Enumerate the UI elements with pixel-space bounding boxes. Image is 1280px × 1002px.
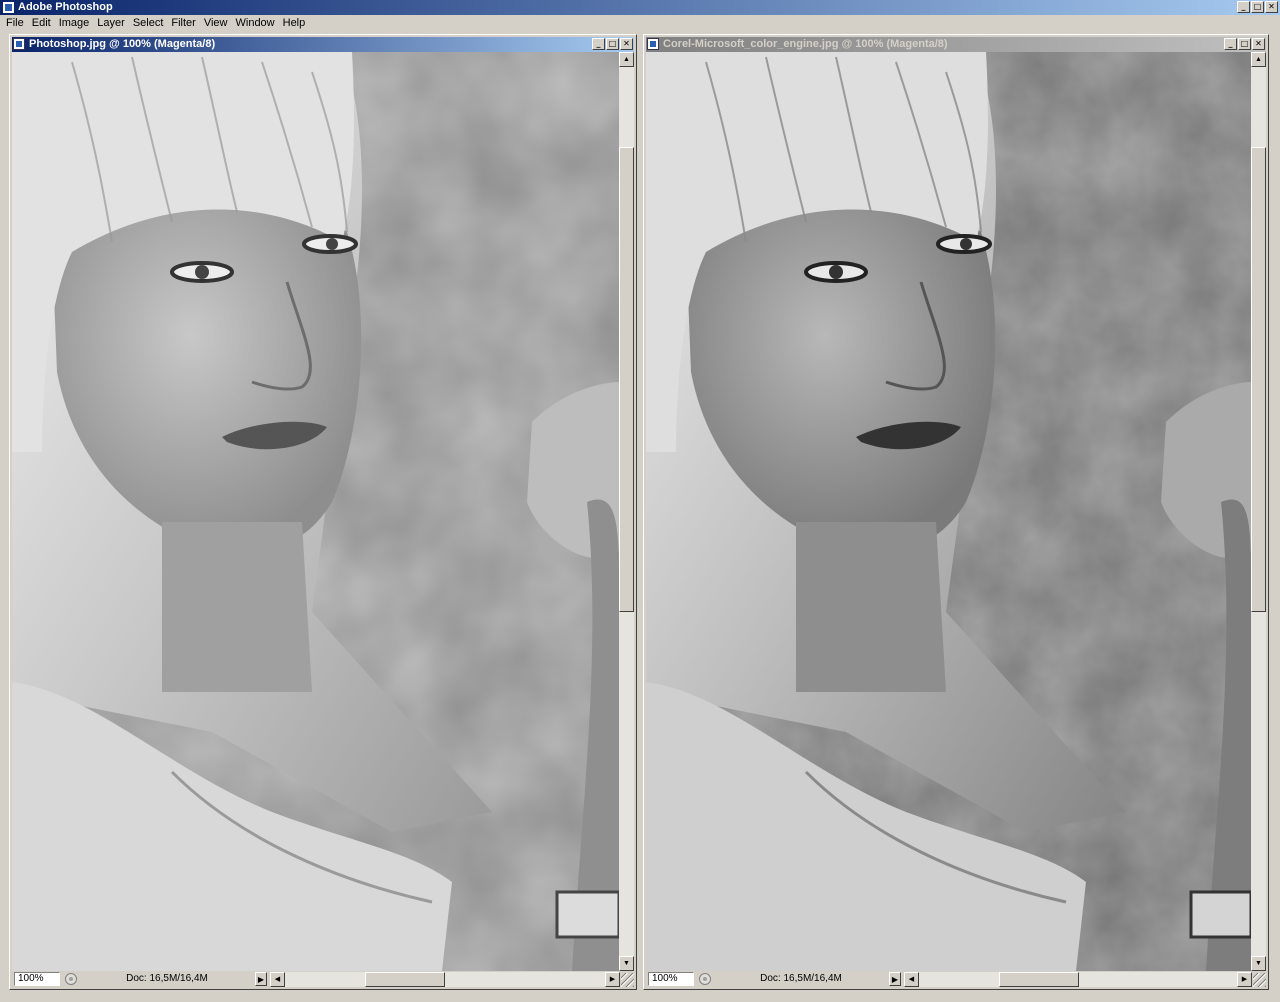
app-maximize-button[interactable]: □	[1251, 1, 1264, 13]
scroll-left-button[interactable]: ◀	[904, 972, 919, 987]
menu-filter[interactable]: Filter	[167, 15, 199, 32]
vertical-scroll-thumb[interactable]	[1251, 147, 1266, 612]
app-title: Adobe Photoshop	[18, 1, 113, 13]
menu-layer[interactable]: Layer	[93, 15, 129, 32]
app-window-controls: _ □ ✕	[1237, 1, 1278, 13]
document-minimize-button[interactable]: _	[592, 38, 605, 50]
horizontal-scroll-thumb[interactable]	[999, 972, 1079, 987]
document-window-photoshop[interactable]: Photoshop.jpg @ 100% (Magenta/8) _ □ ✕ ▲…	[9, 34, 637, 990]
menu-select[interactable]: Select	[129, 15, 168, 32]
scroll-up-button[interactable]: ▲	[619, 52, 634, 67]
document-titlebar[interactable]: Photoshop.jpg @ 100% (Magenta/8) _ □ ✕	[12, 37, 634, 52]
status-menu-arrow-button[interactable]: ▶	[889, 972, 901, 986]
menu-bar: File Edit Image Layer Select Filter View…	[0, 15, 1280, 32]
horizontal-scrollbar[interactable]: ◀ ▶	[270, 972, 620, 987]
menu-window[interactable]: Window	[232, 15, 279, 32]
document-window-controls: _ □ ✕	[592, 38, 633, 50]
image-canvas[interactable]	[12, 52, 619, 971]
menu-view[interactable]: View	[200, 15, 232, 32]
status-indicator-icon[interactable]	[65, 973, 77, 985]
scroll-down-button[interactable]: ▼	[619, 956, 634, 971]
scroll-right-button[interactable]: ▶	[605, 972, 620, 987]
menu-help[interactable]: Help	[279, 15, 310, 32]
document-window-corel[interactable]: Corel-Microsoft_color_engine.jpg @ 100% …	[643, 34, 1269, 990]
scroll-right-button[interactable]: ▶	[1237, 972, 1252, 987]
zoom-level-field[interactable]: 100%	[14, 972, 60, 986]
document-maximize-button[interactable]: □	[606, 38, 619, 50]
document-close-button[interactable]: ✕	[620, 38, 633, 50]
horizontal-scrollbar[interactable]: ◀ ▶	[904, 972, 1252, 987]
app-close-button[interactable]: ✕	[1265, 1, 1278, 13]
image-canvas[interactable]	[646, 52, 1251, 971]
document-size-info: Doc: 16,5M/16,4M	[126, 973, 208, 984]
document-maximize-button[interactable]: □	[1238, 38, 1251, 50]
document-title: Photoshop.jpg @ 100% (Magenta/8)	[29, 38, 216, 50]
menu-image[interactable]: Image	[55, 15, 94, 32]
portrait-photo	[12, 52, 619, 971]
document-minimize-button[interactable]: _	[1224, 38, 1237, 50]
horizontal-scroll-thumb[interactable]	[365, 972, 445, 987]
scroll-up-button[interactable]: ▲	[1251, 52, 1266, 67]
menu-file[interactable]: File	[2, 15, 28, 32]
scroll-down-button[interactable]: ▼	[1251, 956, 1266, 971]
status-menu-arrow-button[interactable]: ▶	[255, 972, 267, 986]
app-titlebar[interactable]: Adobe Photoshop _ □ ✕	[0, 0, 1280, 15]
vertical-scroll-thumb[interactable]	[619, 147, 634, 612]
document-status-bar: 100% Doc: 16,5M/16,4M ▶ ◀ ▶	[646, 971, 1266, 987]
photoshop-document-icon[interactable]	[647, 38, 659, 50]
menu-edit[interactable]: Edit	[28, 15, 55, 32]
document-window-controls: _ □ ✕	[1224, 38, 1265, 50]
resize-grip[interactable]	[621, 973, 634, 987]
vertical-scrollbar[interactable]: ▲ ▼	[1251, 52, 1266, 971]
photoshop-app: Adobe Photoshop _ □ ✕ File Edit Image La…	[0, 0, 1280, 1002]
portrait-photo	[646, 52, 1251, 971]
resize-grip[interactable]	[1253, 973, 1266, 987]
zoom-level-field[interactable]: 100%	[648, 972, 694, 986]
document-status-bar: 100% Doc: 16,5M/16,4M ▶ ◀ ▶	[12, 971, 634, 987]
app-minimize-button[interactable]: _	[1237, 1, 1250, 13]
document-close-button[interactable]: ✕	[1252, 38, 1265, 50]
scroll-left-button[interactable]: ◀	[270, 972, 285, 987]
status-indicator-icon[interactable]	[699, 973, 711, 985]
vertical-scrollbar[interactable]: ▲ ▼	[619, 52, 634, 971]
photoshop-app-icon[interactable]	[2, 1, 15, 14]
document-size-info: Doc: 16,5M/16,4M	[760, 973, 842, 984]
photoshop-document-icon[interactable]	[13, 38, 25, 50]
document-title: Corel-Microsoft_color_engine.jpg @ 100% …	[663, 38, 948, 50]
document-titlebar[interactable]: Corel-Microsoft_color_engine.jpg @ 100% …	[646, 37, 1266, 52]
